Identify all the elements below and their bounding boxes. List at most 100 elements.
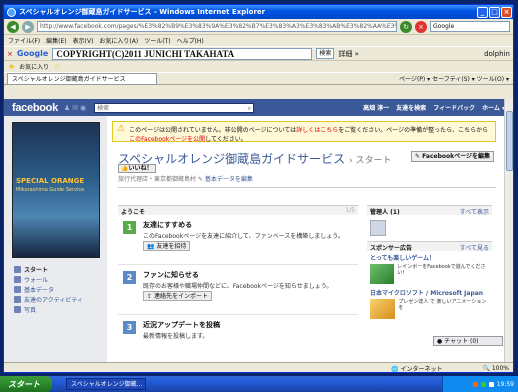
page-viewport: facebook ♟✉◉ 検索 ⌕ 高畑 淳一 友達を検索 フィードバック ホー… xyxy=(4,99,513,362)
add-favorite-icon[interactable]: ☆ xyxy=(53,62,60,71)
ad-image[interactable] xyxy=(370,299,396,319)
taskbar-item-ie[interactable]: スペシャルオレンジ御蔵... xyxy=(66,378,146,390)
facebook-header: facebook ♟✉◉ 検索 ⌕ 高畑 淳一 友達を検索 フィードバック ホー… xyxy=(4,99,513,116)
brand-subtext: Mikurashima Guide Service xyxy=(16,187,85,193)
search-icon[interactable]: ⌕ xyxy=(248,104,251,113)
page-title: スペシャルオレンジ御蔵島ガイドサービス › スタート xyxy=(118,150,391,167)
info-icon xyxy=(14,285,21,293)
zone-label: インターネット xyxy=(400,365,443,373)
edit-info-link[interactable]: 基本データを編集 xyxy=(205,176,253,183)
vertical-scrollbar[interactable] xyxy=(504,99,513,362)
unpublished-notice: ⚠ このページは公開されていません。非公開のページについては詳しくはこちらをご覧… xyxy=(112,121,496,143)
friends-icon xyxy=(14,295,21,303)
favorites-star-icon[interactable]: ★ xyxy=(8,62,15,71)
tray-icon[interactable] xyxy=(472,381,478,387)
sidenav-label: ウォール xyxy=(24,276,49,284)
nav-find-friends[interactable]: 友達を検索 xyxy=(396,103,426,112)
close-button[interactable]: × xyxy=(501,6,512,18)
command-bar[interactable]: ページ(P) ▾ セーフティ(S) ▾ ツール(O) ▾ xyxy=(399,74,513,83)
admins-title: 管理人 (1) xyxy=(370,209,400,216)
warning-icon: ⚠ xyxy=(117,124,126,134)
chat-bar[interactable]: ● チャット (0) xyxy=(433,336,503,346)
title-bar[interactable]: スペシャルオレンジ御蔵島ガイドサービス - Windows Internet E… xyxy=(4,5,513,19)
notice-learn-more-link[interactable]: 詳しくはこちら xyxy=(296,127,338,134)
google-search-button[interactable]: 検索 xyxy=(316,48,335,59)
back-icon[interactable]: ◀ xyxy=(7,20,19,33)
menu-edit[interactable]: 編集(E) xyxy=(46,36,66,45)
nav-home[interactable]: ホーム ▾ xyxy=(482,103,505,112)
google-query-input[interactable]: COPYRIGHT(C)2011 JUNICHI TAKAHATA xyxy=(52,47,313,60)
sidenav-label: スタート xyxy=(24,266,49,274)
start-label: スタート xyxy=(8,379,40,389)
favorites-label[interactable]: お気に入り xyxy=(19,62,49,71)
notice-text: このページは公開されていません。非公開のページについては詳しくはこちらをご覧くだ… xyxy=(129,125,491,143)
ads-see-all-link[interactable]: すべて見る xyxy=(460,243,489,252)
close-toolbar-icon[interactable]: × xyxy=(7,50,13,58)
ad-title[interactable]: 日本マイクロソフト / Microsoft Japan xyxy=(370,288,489,297)
sidenav-start[interactable]: スタート xyxy=(14,264,104,274)
sidenav-wall[interactable]: ウォール xyxy=(14,274,104,284)
ads-header: スポンサー広告 すべて見る xyxy=(367,241,492,252)
edit-page-button[interactable]: ✎ Facebookページを編集 xyxy=(411,151,494,162)
minimize-button[interactable]: _ xyxy=(477,6,488,18)
tab-current[interactable]: スペシャルオレンジ御蔵島ガイドサービス xyxy=(7,72,157,85)
like-button[interactable]: 👍いいね！ xyxy=(118,164,156,173)
menu-file[interactable]: ファイル(F) xyxy=(8,36,40,45)
start-button[interactable]: スタート xyxy=(0,376,52,392)
welcome-count: 1/5 xyxy=(345,207,355,214)
step-button-label: 友達を招待 xyxy=(156,243,187,250)
step-description: 既存のお客様や職場仲間などに、Facebookページを知らせましょう。 xyxy=(143,283,333,290)
invite-friends-button[interactable]: 👥 友達を招待 xyxy=(143,241,191,251)
admins-see-all-link[interactable]: すべて表示 xyxy=(460,207,489,216)
tray-icon[interactable] xyxy=(488,381,494,387)
menu-bar: ファイル(F) 編集(E) 表示(V) お気に入り(A) ツール(T) ヘルプ(… xyxy=(4,35,513,46)
zoom-label: 100% xyxy=(491,364,509,372)
google-more-button[interactable]: 詳細 » xyxy=(338,49,359,59)
step-description: 最新情報を投稿します。 xyxy=(143,333,209,340)
profile-picture[interactable]: SPECIAL ORANGE Mikurashima Guide Service xyxy=(12,122,100,258)
sidenav-info[interactable]: 基本データ xyxy=(14,284,104,294)
admin-avatar[interactable] xyxy=(370,220,386,236)
stop-icon[interactable]: × xyxy=(415,20,427,33)
step-number: 2 xyxy=(123,271,136,284)
zoom-control[interactable]: 🔍 100% xyxy=(482,365,509,372)
side-nav: スタート ウォール 基本データ 友達のアクティビティ 写真 xyxy=(14,264,104,314)
ad-game[interactable]: とっても楽しいゲーム！ レインボーをFacebookで遊んでください！ xyxy=(367,251,492,286)
nav-feedback[interactable]: フィードバック xyxy=(433,103,475,112)
start-icon xyxy=(14,265,21,273)
maximize-button[interactable]: □ xyxy=(489,6,500,18)
clock[interactable]: 19:59 xyxy=(497,381,514,388)
ads-title: スポンサー広告 xyxy=(370,245,413,252)
refresh-icon[interactable]: ↻ xyxy=(400,20,412,33)
nav-profile[interactable]: 高畑 淳一 xyxy=(363,103,389,112)
step-tell-fans: 2 ファンに知らせる 既存のお客様や職場仲間などに、Facebookページを知ら… xyxy=(118,265,358,315)
step-invite-friends: 1 友達にすすめる このFacebookページを友達に紹介して、ファンベースを構… xyxy=(118,215,358,265)
browser-window: スペシャルオレンジ御蔵島ガイドサービス - Windows Internet E… xyxy=(3,4,514,373)
sidenav-photos[interactable]: 写真 xyxy=(14,304,104,314)
tab-bar: スペシャルオレンジ御蔵島ガイドサービス ページ(P) ▾ セーフティ(S) ▾ … xyxy=(4,72,513,85)
step-number: 1 xyxy=(123,221,136,234)
page-meta: 旅行代理店・東京都御蔵島村 ✎ 基本データを編集 xyxy=(118,176,253,183)
taskbar: スタート スペシャルオレンジ御蔵... 19:59 xyxy=(0,376,518,392)
scrollbar-thumb[interactable] xyxy=(506,111,513,171)
sidenav-friend-activity[interactable]: 友達のアクティビティ xyxy=(14,294,104,304)
favorites-bar: ★ お気に入り ☆ xyxy=(4,61,513,72)
divider xyxy=(118,187,496,188)
notifications-icon[interactable]: ♟✉◉ xyxy=(64,104,88,112)
ad-image[interactable] xyxy=(370,264,395,284)
tray-icon[interactable] xyxy=(480,381,486,387)
ad-title[interactable]: とっても楽しいゲーム！ xyxy=(370,253,489,262)
facebook-logo[interactable]: facebook xyxy=(12,102,58,114)
google-user[interactable]: dolphin xyxy=(484,50,510,58)
menu-view[interactable]: 表示(V) xyxy=(73,36,94,45)
menu-tools[interactable]: ツール(T) xyxy=(144,36,170,45)
import-contacts-button[interactable]: ⇪ 連絡先をインポート xyxy=(143,291,212,301)
menu-favorites[interactable]: お気に入り(A) xyxy=(99,36,138,45)
search-input[interactable]: Google xyxy=(430,21,510,32)
url-field[interactable]: http://www.facebook.com/pages/%E3%82%B9%… xyxy=(37,21,397,32)
menu-help[interactable]: ヘルプ(H) xyxy=(177,36,204,45)
forward-icon[interactable]: ▶ xyxy=(22,20,34,33)
ad-microsoft[interactable]: 日本マイクロソフト / Microsoft Japan プレゼン達人 で 楽しい… xyxy=(367,286,492,321)
facebook-search-input[interactable]: 検索 ⌕ xyxy=(94,102,255,113)
ie-icon xyxy=(7,7,16,17)
